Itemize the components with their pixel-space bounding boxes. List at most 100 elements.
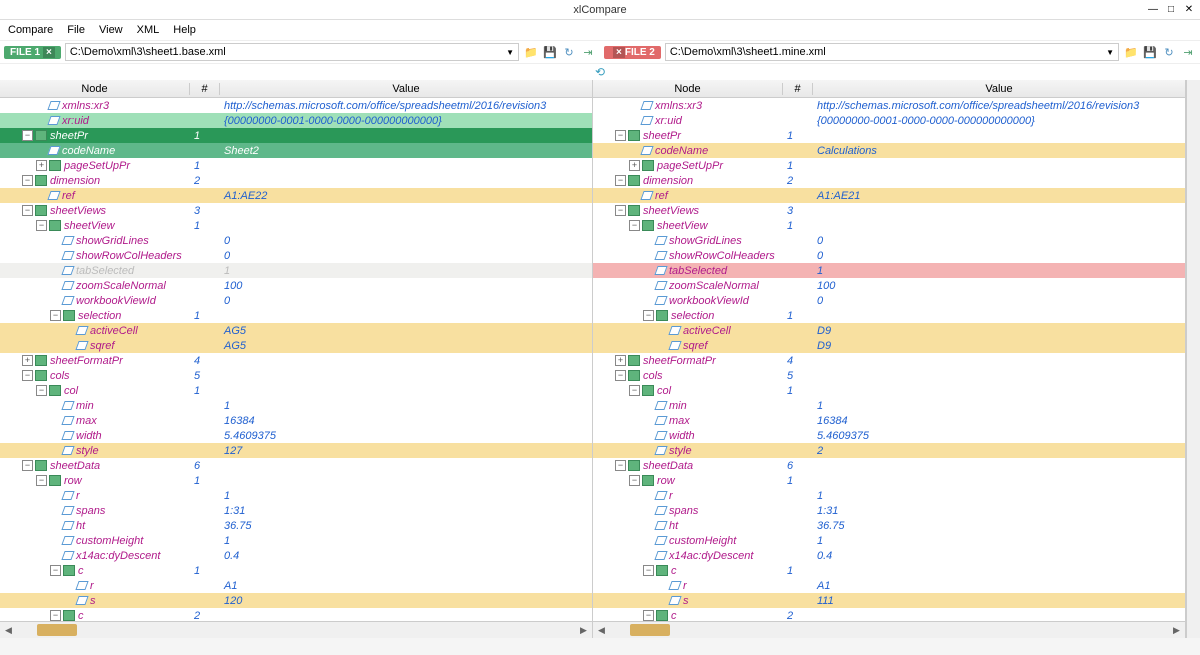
tree-toggle-icon[interactable]: −: [50, 565, 61, 576]
tree-row[interactable]: showGridLines0: [593, 233, 1185, 248]
tree-row[interactable]: x14ac:dyDescent0.4: [593, 548, 1185, 563]
tree-row[interactable]: xr:uid{00000000-0001-0000-0000-000000000…: [593, 113, 1185, 128]
tree-row[interactable]: width5.4609375: [593, 428, 1185, 443]
tree-toggle-icon[interactable]: +: [615, 355, 626, 366]
tree-toggle-icon[interactable]: −: [615, 175, 626, 186]
tree-row[interactable]: refA1:AE22: [0, 188, 592, 203]
tree-row[interactable]: zoomScaleNormal100: [0, 278, 592, 293]
tree-row[interactable]: max16384: [0, 413, 592, 428]
close-icon[interactable]: ✕: [1182, 3, 1196, 17]
v-scrollbar[interactable]: [1186, 80, 1200, 638]
tree-row[interactable]: −dimension2: [593, 173, 1185, 188]
tree-row[interactable]: ht36.75: [593, 518, 1185, 533]
tree-row[interactable]: +pageSetUpPr1: [593, 158, 1185, 173]
open-folder-icon[interactable]: 📁: [523, 44, 539, 60]
tree-row[interactable]: xmlns:xr3http://schemas.microsoft.com/of…: [593, 98, 1185, 113]
tree-toggle-icon[interactable]: −: [50, 310, 61, 321]
tree-row[interactable]: showRowColHeaders0: [0, 248, 592, 263]
col-value[interactable]: Value: [220, 83, 592, 95]
tree-row[interactable]: r1: [0, 488, 592, 503]
file2-path-input[interactable]: C:\Demo\xml\3\sheet1.mine.xml▼: [665, 43, 1119, 61]
refresh-icon[interactable]: ↻: [1161, 44, 1177, 60]
tree-row[interactable]: −sheetView1: [593, 218, 1185, 233]
tree-row[interactable]: −dimension2: [0, 173, 592, 188]
tree-toggle-icon[interactable]: −: [22, 370, 33, 381]
save-icon[interactable]: 💾: [1142, 44, 1158, 60]
tree-row[interactable]: activeCellAG5: [0, 323, 592, 338]
tree-row[interactable]: −row1: [593, 473, 1185, 488]
tree-row[interactable]: rA1: [593, 578, 1185, 593]
tree-row[interactable]: −c2: [593, 608, 1185, 621]
col-node[interactable]: Node: [0, 83, 190, 95]
menu-help[interactable]: Help: [173, 24, 196, 36]
tree-row[interactable]: min1: [593, 398, 1185, 413]
tree-toggle-icon[interactable]: −: [36, 220, 47, 231]
tree-toggle-icon[interactable]: −: [629, 385, 640, 396]
tree-row[interactable]: workbookViewId0: [0, 293, 592, 308]
tree-row[interactable]: −sheetPr1: [0, 128, 592, 143]
col-hash[interactable]: #: [783, 83, 813, 95]
tree-row[interactable]: max16384: [593, 413, 1185, 428]
tree-toggle-icon[interactable]: −: [629, 475, 640, 486]
tree-row[interactable]: workbookViewId0: [593, 293, 1185, 308]
tree-row[interactable]: zoomScaleNormal100: [593, 278, 1185, 293]
scroll-thumb[interactable]: [37, 624, 77, 636]
tree-row[interactable]: refA1:AE21: [593, 188, 1185, 203]
dropdown-icon[interactable]: ▼: [506, 48, 514, 57]
sync-icon[interactable]: ⟲: [595, 65, 605, 79]
tree-toggle-icon[interactable]: −: [615, 130, 626, 141]
tree-row[interactable]: showGridLines0: [0, 233, 592, 248]
scroll-right-icon[interactable]: ▶: [1168, 625, 1185, 636]
tree-toggle-icon[interactable]: −: [615, 205, 626, 216]
tree-toggle-icon[interactable]: −: [22, 175, 33, 186]
tree-row[interactable]: xmlns:xr3http://schemas.microsoft.com/of…: [0, 98, 592, 113]
tree-row[interactable]: −c1: [0, 563, 592, 578]
tree-row[interactable]: sqrefAG5: [0, 338, 592, 353]
tree-toggle-icon[interactable]: −: [615, 460, 626, 471]
tree-row[interactable]: sqrefD9: [593, 338, 1185, 353]
tree-row[interactable]: codeNameSheet2: [0, 143, 592, 158]
tree-row[interactable]: style127: [0, 443, 592, 458]
scroll-thumb[interactable]: [630, 624, 670, 636]
tree-row[interactable]: −sheetViews3: [0, 203, 592, 218]
tree-row[interactable]: −sheetData6: [593, 458, 1185, 473]
tree-toggle-icon[interactable]: +: [36, 160, 47, 171]
tree-row[interactable]: activeCellD9: [593, 323, 1185, 338]
tree-row[interactable]: −row1: [0, 473, 592, 488]
tree-row[interactable]: −col1: [0, 383, 592, 398]
tree-row[interactable]: min1: [0, 398, 592, 413]
scroll-right-icon[interactable]: ▶: [575, 625, 592, 636]
tree-toggle-icon[interactable]: −: [36, 475, 47, 486]
tree-toggle-icon[interactable]: −: [643, 310, 654, 321]
tree-row[interactable]: customHeight1: [593, 533, 1185, 548]
tree-row[interactable]: style2: [593, 443, 1185, 458]
tree-toggle-icon[interactable]: −: [22, 130, 33, 141]
refresh-icon[interactable]: ↻: [561, 44, 577, 60]
tree-row[interactable]: r1: [593, 488, 1185, 503]
tree-row[interactable]: ht36.75: [0, 518, 592, 533]
tree-row[interactable]: −cols5: [593, 368, 1185, 383]
maximize-icon[interactable]: □: [1164, 3, 1178, 17]
export-icon[interactable]: ⇥: [1180, 44, 1196, 60]
tree-toggle-icon[interactable]: +: [629, 160, 640, 171]
tree-row[interactable]: −cols5: [0, 368, 592, 383]
tree-row[interactable]: −sheetPr1: [593, 128, 1185, 143]
scroll-left-icon[interactable]: ◀: [0, 625, 17, 636]
tree-row[interactable]: spans1:31: [593, 503, 1185, 518]
file1-path-input[interactable]: C:\Demo\xml\3\sheet1.base.xml▼: [65, 43, 519, 61]
tree-toggle-icon[interactable]: −: [615, 370, 626, 381]
file2-close-icon[interactable]: ×: [613, 47, 625, 58]
menu-xml[interactable]: XML: [137, 24, 160, 36]
tree-row[interactable]: −sheetViews3: [593, 203, 1185, 218]
tree-row[interactable]: xr:uid{00000000-0001-0000-0000-000000000…: [0, 113, 592, 128]
tree-toggle-icon[interactable]: −: [50, 610, 61, 621]
tree-row[interactable]: −sheetView1: [0, 218, 592, 233]
h-scrollbar[interactable]: ◀ ▶: [0, 621, 592, 638]
tree-row[interactable]: −col1: [593, 383, 1185, 398]
left-tree[interactable]: xmlns:xr3http://schemas.microsoft.com/of…: [0, 98, 592, 621]
menu-view[interactable]: View: [99, 24, 123, 36]
tree-row[interactable]: −selection1: [0, 308, 592, 323]
tree-row[interactable]: tabSelected1: [593, 263, 1185, 278]
tree-row[interactable]: +sheetFormatPr4: [0, 353, 592, 368]
tree-toggle-icon[interactable]: −: [22, 460, 33, 471]
